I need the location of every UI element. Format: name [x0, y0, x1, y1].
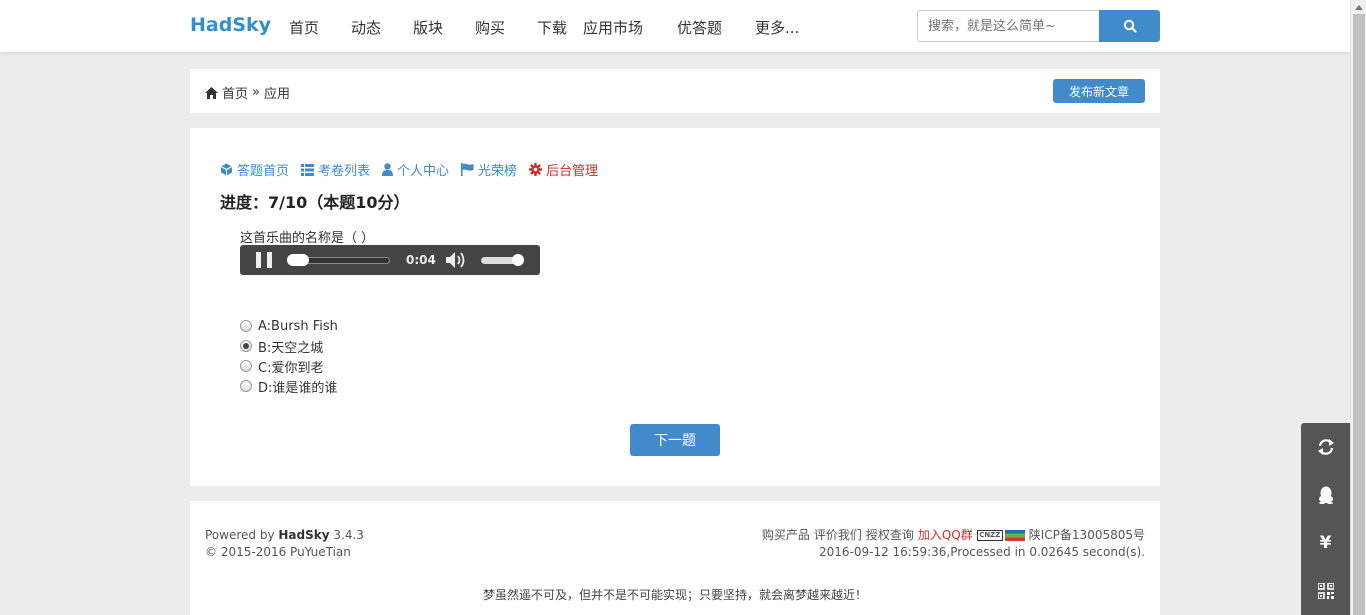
- icp-link[interactable]: 陕ICP备13005805号: [1029, 527, 1145, 544]
- footer-motto: 梦虽然遥不可及，但并不是不可能实现；只要坚持，就会离梦越来越近！: [482, 588, 867, 602]
- option-c[interactable]: C:爱你到老: [240, 356, 338, 376]
- option-d-label: D:谁是谁的谁: [258, 380, 338, 396]
- gear-icon: [529, 163, 543, 176]
- footer-link-buy[interactable]: 购买产品: [762, 527, 810, 544]
- refresh-button[interactable]: [1301, 423, 1350, 471]
- user-icon: [382, 163, 394, 176]
- tab-honor-board[interactable]: 光荣榜: [461, 160, 517, 179]
- option-b-label: B:天空之城: [258, 340, 324, 356]
- tab-personal-center-label: 个人中心: [397, 164, 450, 179]
- refresh-icon: [1317, 439, 1334, 455]
- scroll-up-icon[interactable]: [1351, 0, 1366, 14]
- audio-player: 0:04: [240, 245, 540, 275]
- page-scrollbar[interactable]: [1350, 0, 1366, 615]
- flag-icon: [461, 163, 474, 176]
- option-d[interactable]: D:谁是谁的谁: [240, 376, 338, 396]
- breadcrumb-current: 应用: [263, 87, 290, 102]
- option-b[interactable]: B:天空之城: [240, 336, 338, 356]
- footer-info: 购买产品 评价我们 授权查询 加入QQ群 CNZZ 陕ICP备13005805号…: [758, 527, 1145, 561]
- page-footer: Powered by HadSky 3.4.3 © 2015-2016 PuYu…: [190, 501, 1160, 615]
- donate-button[interactable]: ¥: [1301, 519, 1350, 567]
- breadcrumb: 首页 » 应用: [205, 83, 294, 102]
- main-nav: 首页 动态 版块 购买 下载 应用市场 优答题 更多...: [289, 17, 799, 38]
- option-a-label: A:Bursh Fish: [258, 318, 338, 334]
- qrcode-button[interactable]: [1301, 567, 1350, 615]
- nav-dynamic[interactable]: 动态: [351, 17, 413, 38]
- version-text: 3.4.3: [333, 528, 364, 542]
- qrcode-icon: [1317, 583, 1334, 599]
- footer-link-review[interactable]: 评价我们: [814, 527, 862, 544]
- search-icon: [1123, 19, 1137, 33]
- publish-article-button[interactable]: 发布新文章: [1053, 79, 1145, 103]
- side-toolbar: ¥: [1301, 423, 1350, 615]
- option-d-radio[interactable]: [240, 380, 252, 392]
- tab-exam-list-label: 考卷列表: [318, 164, 371, 179]
- tab-admin[interactable]: 后台管理: [529, 160, 598, 179]
- seek-handle[interactable]: [287, 254, 309, 266]
- nav-home[interactable]: 首页: [289, 17, 351, 38]
- nav-boards[interactable]: 版块: [413, 17, 475, 38]
- yuan-icon: ¥: [1319, 533, 1332, 553]
- quiz-panel: 答题首页 考卷列表 个人中心 光荣榜 后台管理 进度：7/10（本题10分） 这…: [190, 128, 1160, 486]
- footer-link-qq-group[interactable]: 加入QQ群: [918, 527, 973, 544]
- nav-more[interactable]: 更多...: [755, 17, 799, 38]
- nav-buy[interactable]: 购买: [475, 17, 537, 38]
- list-icon: [301, 163, 315, 176]
- copyright-text: © 2015-2016 PuYueTian: [205, 545, 351, 559]
- playback-time: 0:04: [406, 253, 436, 267]
- qq-icon: [1318, 486, 1333, 504]
- scroll-thumb[interactable]: [1353, 14, 1365, 615]
- tab-personal-center[interactable]: 个人中心: [382, 160, 449, 179]
- cube-icon: [220, 163, 233, 176]
- tab-quiz-home-label: 答题首页: [237, 164, 290, 179]
- home-icon: [205, 86, 218, 99]
- breadcrumb-home[interactable]: 首页: [222, 83, 248, 102]
- option-b-radio[interactable]: [240, 340, 252, 352]
- processed-time: 2016-09-12 16:59:36,Processed in 0.02645…: [818, 545, 1145, 559]
- site-logo[interactable]: HadSky: [190, 14, 271, 36]
- next-question-button[interactable]: 下一题: [630, 424, 720, 456]
- search-button[interactable]: [1099, 10, 1160, 42]
- footer-link-license[interactable]: 授权查询: [866, 527, 914, 544]
- option-a-radio[interactable]: [240, 320, 252, 332]
- stats-badge-icon[interactable]: [1004, 530, 1025, 541]
- cnzz-badge[interactable]: CNZZ: [976, 530, 1003, 541]
- powered-by-name[interactable]: HadSky: [278, 528, 329, 542]
- volume-handle[interactable]: [512, 254, 524, 266]
- volume-icon[interactable]: [446, 251, 470, 269]
- tab-honor-board-label: 光荣榜: [478, 164, 518, 179]
- tab-exam-list[interactable]: 考卷列表: [301, 160, 370, 179]
- breadcrumb-separator: »: [252, 85, 260, 100]
- breadcrumb-panel: 首页 » 应用 发布新文章: [190, 69, 1160, 113]
- nav-quiz[interactable]: 优答题: [677, 17, 755, 38]
- quiz-tabs: 答题首页 考卷列表 个人中心 光荣榜 后台管理: [220, 160, 610, 179]
- search-input[interactable]: [917, 10, 1100, 42]
- option-c-label: C:爱你到老: [258, 360, 324, 376]
- powered-by-text: Powered by: [205, 528, 275, 542]
- progress-title: 进度：7/10（本题10分）: [220, 193, 410, 212]
- pause-icon[interactable]: [256, 252, 272, 268]
- top-header: HadSky 首页 动态 版块 购买 下载 应用市场 优答题 更多...: [0, 0, 1350, 53]
- qq-button[interactable]: [1301, 471, 1350, 519]
- question-text: 这首乐曲的名称是（ ）: [240, 231, 375, 246]
- option-c-radio[interactable]: [240, 360, 252, 372]
- tab-quiz-home[interactable]: 答题首页: [220, 160, 289, 179]
- answer-options: A:Bursh Fish B:天空之城 C:爱你到老 D:谁是谁的谁: [240, 316, 338, 396]
- footer-credits: Powered by HadSky 3.4.3 © 2015-2016 PuYu…: [205, 527, 364, 561]
- option-a[interactable]: A:Bursh Fish: [240, 316, 338, 336]
- tab-admin-label: 后台管理: [546, 164, 599, 179]
- nav-download[interactable]: 下载: [537, 17, 583, 38]
- nav-app-market[interactable]: 应用市场: [583, 17, 677, 38]
